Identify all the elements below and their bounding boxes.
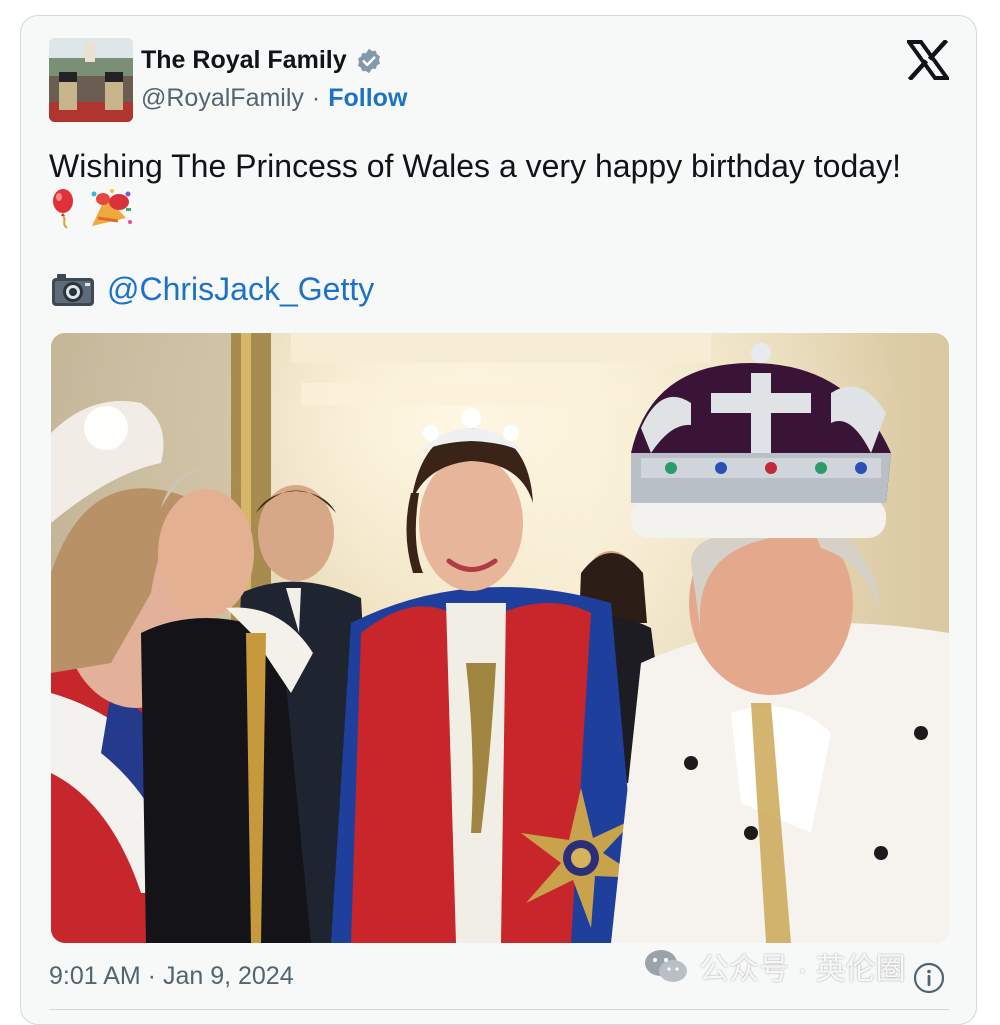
watermark: 公众号 · 英伦圈 [643, 944, 906, 988]
display-name[interactable]: The Royal Family [141, 46, 347, 75]
user-handle[interactable]: @RoyalFamily [141, 84, 304, 113]
tweet-timestamp[interactable]: 9:01 AM · Jan 9, 2024 [49, 962, 294, 991]
wechat-icon [645, 950, 687, 982]
follow-button[interactable]: Follow [328, 84, 407, 113]
tweet-body: Wishing The Princess of Wales a very hap… [49, 148, 901, 184]
confetti-emoji [88, 188, 134, 241]
watermark-text: 公众号 · 英伦圈 [699, 953, 906, 986]
info-icon[interactable] [912, 961, 946, 995]
separator-dot: · [311, 84, 321, 112]
balloon-emoji [49, 188, 79, 241]
coronation-photo [51, 333, 949, 943]
tweet-photo[interactable] [51, 333, 949, 943]
tweet-card[interactable]: The Royal Family @RoyalFamily · Follow W… [20, 15, 977, 1025]
avatar-image [49, 38, 133, 122]
divider [49, 1009, 949, 1010]
x-logo-icon[interactable] [907, 40, 949, 80]
verified-badge-icon [357, 48, 380, 73]
profile-avatar[interactable] [49, 38, 133, 122]
photo-credit-link[interactable]: @ChrisJack_Getty [107, 271, 374, 308]
tweet-text: Wishing The Princess of Wales a very hap… [49, 144, 929, 241]
camera-icon [52, 273, 94, 306]
